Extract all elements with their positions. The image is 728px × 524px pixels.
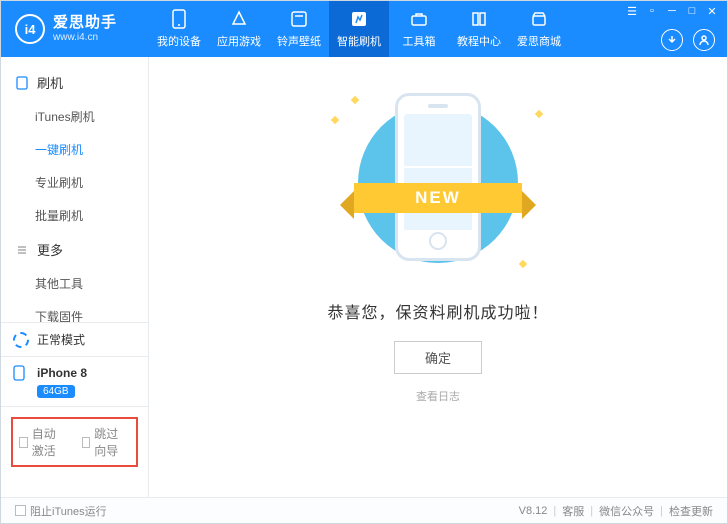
checkbox-icon xyxy=(15,505,26,516)
nav-tutorials[interactable]: 教程中心 xyxy=(449,1,509,57)
brand-subtitle: www.i4.cn xyxy=(53,32,117,43)
nav-label: 铃声壁纸 xyxy=(277,33,321,49)
block-itunes-label: 阻止iTunes运行 xyxy=(30,503,107,519)
nav-store[interactable]: 爱思商城 xyxy=(509,1,569,57)
check-update-link[interactable]: 检查更新 xyxy=(669,503,713,519)
flash-icon xyxy=(349,9,369,29)
block-itunes-checkbox[interactable]: 阻止iTunes运行 xyxy=(15,503,107,519)
nav-label: 智能刷机 xyxy=(337,33,381,49)
device-info[interactable]: iPhone 8 64GB xyxy=(1,356,148,406)
success-illustration: NEW xyxy=(328,97,548,267)
brand-area: i4 爱思助手 www.i4.cn xyxy=(1,1,149,57)
brand-logo: i4 xyxy=(15,14,45,44)
version-label: V8.12 xyxy=(519,505,548,517)
maximize-button[interactable]: □ xyxy=(685,5,699,17)
book-icon xyxy=(469,9,489,29)
ribbon-text: NEW xyxy=(354,183,522,213)
phone-small-icon xyxy=(13,365,29,381)
device-name-label: iPhone 8 xyxy=(37,366,87,380)
top-nav: 我的设备 应用游戏 铃声壁纸 智能刷机 工具箱 教程中心 xyxy=(149,1,627,57)
sidebar-item-batch-flash[interactable]: 批量刷机 xyxy=(35,199,148,232)
sidebar-item-other-tools[interactable]: 其他工具 xyxy=(35,267,148,300)
separator: | xyxy=(590,505,593,517)
brand-title: 爱思助手 xyxy=(53,15,117,32)
sidebar-section-title: 刷机 xyxy=(37,73,63,92)
account-button[interactable] xyxy=(693,29,715,51)
nav-label: 应用游戏 xyxy=(217,33,261,49)
nav-my-device[interactable]: 我的设备 xyxy=(149,1,209,57)
separator: | xyxy=(660,505,663,517)
device-icon xyxy=(15,76,29,90)
store-icon xyxy=(529,9,549,29)
nav-apps[interactable]: 应用游戏 xyxy=(209,1,269,57)
mode-icon xyxy=(13,332,29,348)
nav-label: 工具箱 xyxy=(403,33,436,49)
nav-label: 爱思商城 xyxy=(517,33,561,49)
skip-guide-label: 跳过向导 xyxy=(94,425,130,459)
nav-ringtones[interactable]: 铃声壁纸 xyxy=(269,1,329,57)
sidebar-item-itunes-flash[interactable]: iTunes刷机 xyxy=(35,100,148,133)
separator: | xyxy=(553,505,556,517)
sidebar-item-oneclick-flash[interactable]: 一键刷机 xyxy=(35,133,148,166)
view-log-link[interactable]: 查看日志 xyxy=(416,388,460,404)
toolbox-icon xyxy=(409,9,429,29)
download-button[interactable] xyxy=(661,29,683,51)
nav-flash[interactable]: 智能刷机 xyxy=(329,1,389,57)
wallpaper-icon xyxy=(289,9,309,29)
skin-icon[interactable]: ▫ xyxy=(645,5,659,17)
auto-activate-label: 自动激活 xyxy=(32,425,68,459)
checkbox-icon xyxy=(82,437,91,448)
mode-label: 正常模式 xyxy=(37,331,85,348)
phone-icon xyxy=(169,9,189,29)
sidebar-section-more[interactable]: 更多 xyxy=(1,232,148,267)
settings-icon[interactable]: ☰ xyxy=(625,5,639,17)
checkbox-icon xyxy=(19,437,28,448)
sidebar-item-download-firmware[interactable]: 下载固件 xyxy=(35,300,148,322)
device-mode[interactable]: 正常模式 xyxy=(1,322,148,356)
skip-guide-checkbox[interactable]: 跳过向导 xyxy=(82,425,131,459)
wechat-link[interactable]: 微信公众号 xyxy=(599,503,654,519)
minimize-button[interactable]: ─ xyxy=(665,5,679,17)
highlighted-options: 自动激活 跳过向导 xyxy=(11,417,138,467)
nav-label: 我的设备 xyxy=(157,33,201,49)
sidebar-section-title: 更多 xyxy=(37,240,63,259)
apps-icon xyxy=(229,9,249,29)
more-icon xyxy=(15,243,29,257)
close-button[interactable]: ✕ xyxy=(705,5,719,17)
customer-service-link[interactable]: 客服 xyxy=(562,503,584,519)
sidebar-item-pro-flash[interactable]: 专业刷机 xyxy=(35,166,148,199)
sidebar-section-flash[interactable]: 刷机 xyxy=(1,65,148,100)
storage-badge: 64GB xyxy=(37,385,75,398)
nav-label: 教程中心 xyxy=(457,33,501,49)
nav-toolbox[interactable]: 工具箱 xyxy=(389,1,449,57)
ok-button[interactable]: 确定 xyxy=(394,341,482,374)
success-message: 恭喜您，保资料刷机成功啦！ xyxy=(327,299,548,323)
auto-activate-checkbox[interactable]: 自动激活 xyxy=(19,425,68,459)
